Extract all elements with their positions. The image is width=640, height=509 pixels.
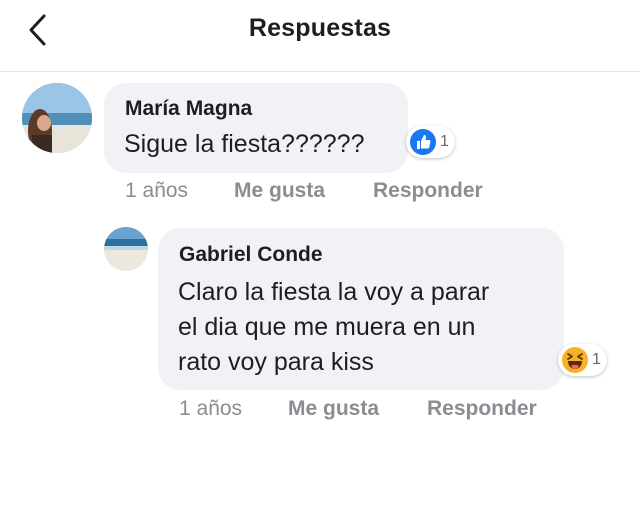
avatar-maria[interactable] [22, 83, 92, 153]
reaction-badge[interactable]: 1 [406, 126, 455, 158]
comment-text-line: el dia que me muera en un [178, 313, 476, 341]
comment-text-line: Claro la fiesta la voy a parar [178, 278, 490, 306]
reaction-badge[interactable]: 1 [558, 344, 607, 376]
comment-author[interactable]: Gabriel Conde [179, 243, 323, 267]
page-title: Respuestas [248, 14, 392, 42]
reply-button[interactable]: Responder [373, 179, 483, 203]
like-button[interactable]: Me gusta [288, 397, 379, 421]
reaction-count: 1 [592, 351, 601, 368]
comment-author[interactable]: María Magna [125, 97, 252, 121]
reaction-count: 1 [440, 133, 449, 150]
comment-timestamp: 1 años [125, 179, 189, 202]
comment-text: Sigue la fiesta?????? [124, 130, 365, 158]
comment-actions: 1 años Me gusta Responder [125, 179, 525, 205]
laugh-icon [562, 347, 588, 373]
avatar-gabriel[interactable] [104, 227, 148, 271]
comment-text-line: rato voy para kiss [178, 348, 374, 376]
comment-actions: 1 años Me gusta Responder [179, 397, 579, 423]
comment-timestamp: 1 años [179, 397, 243, 420]
like-icon [410, 129, 436, 155]
like-button[interactable]: Me gusta [234, 179, 325, 203]
header-bar: Respuestas [0, 0, 640, 72]
reply-button[interactable]: Responder [427, 397, 537, 421]
